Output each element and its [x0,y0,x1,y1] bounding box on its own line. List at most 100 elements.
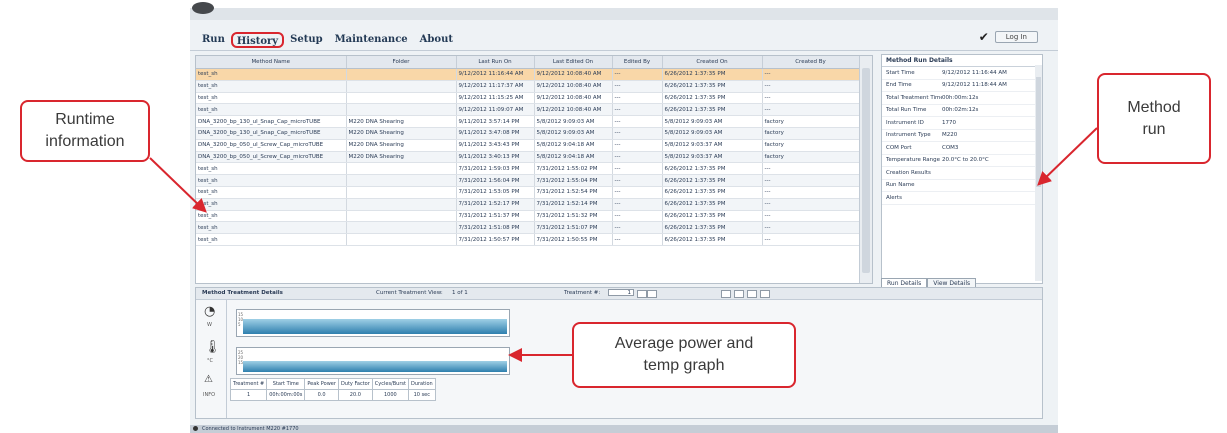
next-page-button[interactable] [747,290,757,298]
table-row[interactable]: test_sh 7/31/2012 1:59:03 PM 7/31/2012 1:5… [196,162,860,176]
table-row[interactable]: DNA_3200_bp_130_ul_Snap_Cap_microTUBE M22… [196,115,860,128]
detail-key: Run Name [886,182,915,189]
table-row[interactable]: DNA_3200_bp_050_ul_Screw_Cap_microTUBE M2… [196,139,860,152]
table-cell: test_sh [196,233,347,246]
detail-row: Creation Results [882,167,1042,180]
detail-key: Total Run Time [886,107,927,114]
table-cell: factory [762,127,860,140]
table-row[interactable]: test_sh 7/31/2012 1:50:57 PM 7/31/2012 1:5… [196,233,860,246]
table-cell: 5/8/2012 9:04:18 AM [534,151,613,164]
treatment-table-value: 0.0 [304,389,339,401]
grid-scroll-thumb[interactable] [862,68,870,273]
table-cell: test_sh [196,210,347,223]
callout-method-run: Method run [1097,73,1211,164]
tab-run[interactable]: Run [196,32,231,48]
table-cell [346,92,457,105]
table-cell: 6/26/2012 1:37:35 PM [662,186,763,199]
table-cell: --- [612,162,663,176]
treatment-stepper-up[interactable] [647,290,657,298]
table-cell: M220 DNA Shearing [346,127,457,140]
table-cell [346,198,457,211]
treatment-table-value: 1 [229,389,268,401]
column-header[interactable]: Folder [346,56,457,69]
column-header[interactable]: Last Edited On [534,56,613,69]
detail-key: Start Time [886,69,915,76]
detail-key: Creation Results [886,169,931,176]
table-cell: --- [612,139,663,152]
table-cell: 9/12/2012 10:08:40 AM [534,68,613,81]
last-page-button[interactable] [760,290,770,298]
table-row[interactable]: test_sh 7/31/2012 1:53:05 PM 7/31/2012 1:5… [196,186,860,199]
table-cell: 7/31/2012 1:52:17 PM [456,198,535,211]
average-power-graph: 15 10 5 [236,309,510,337]
table-cell: 7/31/2012 1:51:07 PM [534,221,613,235]
table-cell: 7/31/2012 1:51:37 PM [456,210,535,223]
table-cell: 7/31/2012 1:51:08 PM [456,221,535,235]
info-label: INFO [203,392,216,398]
table-cell: --- [612,151,663,164]
details-scroll-thumb[interactable] [1036,77,1041,187]
treatment-stepper-down[interactable] [637,290,647,298]
column-header[interactable]: Edited By [612,56,663,69]
table-row[interactable]: DNA_3200_bp_130_ul_Snap_Cap_microTUBE M22… [196,127,860,140]
table-row[interactable]: test_sh 9/12/2012 11:16:44 AM 9/12/2012 10… [196,68,860,81]
table-row[interactable]: test_sh 9/12/2012 11:17:37 AM 9/12/2012 10… [196,80,860,93]
tab-setup[interactable]: Setup [284,32,328,48]
login-area: ✔ Log In [979,30,1038,44]
column-header[interactable]: Created On [662,56,763,69]
treatment-table-header: Duty Factor [337,378,373,390]
table-cell: test_sh [196,68,347,81]
table-cell: 5/8/2012 9:09:03 AM [662,115,763,128]
status-bar: Connected to Instrument M220 #1770 [190,425,1058,433]
column-header[interactable]: Last Run On [456,56,535,69]
tab-about[interactable]: About [414,32,459,48]
first-page-button[interactable] [721,290,731,298]
table-row[interactable]: test_sh 7/31/2012 1:56:04 PM 7/31/2012 1:5… [196,174,860,187]
table-cell: 9/11/2012 3:57:14 PM [456,115,535,128]
table-cell: 9/11/2012 3:43:43 PM [456,139,535,152]
prev-page-button[interactable] [734,290,744,298]
table-cell: 9/12/2012 10:08:40 AM [534,80,613,93]
tab-history[interactable]: History [230,32,285,48]
view-label: Current Treatment View: [376,290,443,296]
table-row[interactable]: test_sh 9/12/2012 11:15:25 AM 9/12/2012 10… [196,92,860,105]
table-row[interactable]: test_sh 9/12/2012 11:09:07 AM 9/12/2012 10… [196,103,860,117]
detail-row: Run Name [882,180,1042,192]
table-cell: 6/26/2012 1:37:35 PM [662,80,763,93]
info-icon[interactable]: ⚠ [204,374,213,385]
grid-scrollbar[interactable] [859,56,872,283]
column-header[interactable]: Method Name [196,56,347,69]
table-cell: 7/31/2012 1:50:55 PM [534,233,613,246]
table-cell: --- [612,198,663,211]
table-cell: 9/11/2012 3:40:13 PM [456,151,535,164]
temperature-graph: 25 20 15 [236,347,510,375]
table-row[interactable]: test_sh 7/31/2012 1:51:08 PM 7/31/2012 1:5… [196,221,860,235]
column-header[interactable]: Created By [762,56,860,69]
treatment-table-header: Start Time [266,378,306,390]
table-row[interactable]: test_sh 7/31/2012 1:52:17 PM 7/31/2012 1:5… [196,198,860,211]
details-scrollbar[interactable] [1035,65,1042,281]
table-row[interactable]: DNA_3200_bp_050_ul_Screw_Cap_microTUBE M2… [196,151,860,164]
table-cell [346,233,457,246]
tab-maintenance[interactable]: Maintenance [329,32,414,48]
table-cell: --- [612,92,663,105]
table-cell: --- [612,186,663,199]
table-cell: DNA_3200_bp_050_ul_Screw_Cap_microTUBE [196,139,347,152]
table-cell [346,162,457,176]
connection-icon [193,426,198,431]
login-button[interactable]: Log In [994,31,1038,43]
table-cell: --- [762,233,860,246]
detail-row: Start Time 9/12/2012 11:16:44 AM [882,67,1042,80]
table-cell: test_sh [196,103,347,117]
table-row[interactable]: test_sh 7/31/2012 1:51:37 PM 7/31/2012 1:5… [196,210,860,223]
table-cell [346,186,457,199]
table-cell: 6/26/2012 1:37:35 PM [662,198,763,211]
detail-key: Temperature Range [886,157,941,164]
table-cell: 9/12/2012 11:16:44 AM [456,68,535,81]
table-cell: 5/8/2012 9:09:03 AM [662,127,763,140]
table-cell: 9/12/2012 11:17:37 AM [456,80,535,93]
table-cell: test_sh [196,162,347,176]
treatment-number-input[interactable]: 1 [608,289,634,296]
table-cell: M220 DNA Shearing [346,139,457,152]
table-cell: --- [612,174,663,187]
